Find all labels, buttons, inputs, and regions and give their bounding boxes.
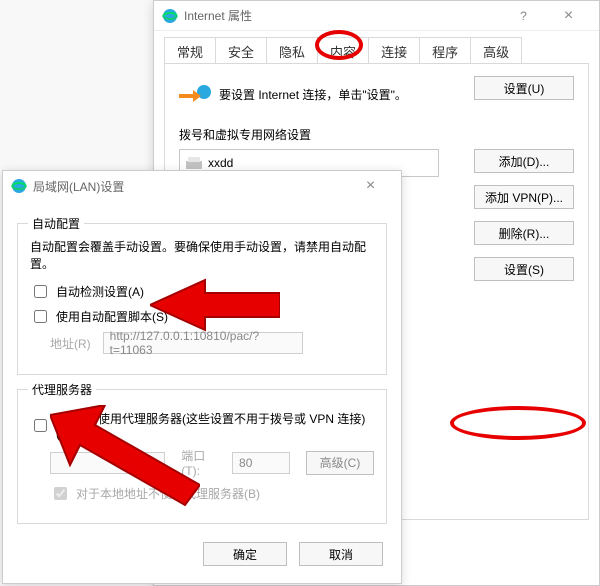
cancel-button[interactable]: 取消 <box>299 542 383 566</box>
settings-button[interactable]: 设置(S) <box>474 257 574 281</box>
info-text: 要设置 Internet 连接，单击"设置"。 <box>219 86 407 103</box>
tab-privacy[interactable]: 隐私 <box>266 37 318 63</box>
use-proxy-label: 为 LAN 使用代理服务器(这些设置不用于拨号或 VPN 连接)(X) <box>56 410 374 441</box>
connection-item-name: xxdd <box>208 156 233 170</box>
globe-icon <box>11 178 27 194</box>
close-button[interactable]: × <box>348 171 393 201</box>
use-script-label: 使用自动配置脚本(S) <box>56 308 168 325</box>
globe-icon <box>162 8 178 24</box>
tab-content[interactable]: 内容 <box>317 37 369 63</box>
remove-button[interactable]: 删除(R)... <box>474 221 574 245</box>
help-button[interactable]: ? <box>501 1 546 31</box>
lan-settings-window: 局域网(LAN)设置 × 自动配置 自动配置会覆盖手动设置。要确保使用手动设置，… <box>2 170 402 584</box>
bypass-local-checkbox <box>54 487 67 500</box>
lan-window-title: 局域网(LAN)设置 <box>33 178 348 195</box>
ok-button[interactable]: 确定 <box>203 542 287 566</box>
add-button[interactable]: 添加(D)... <box>474 149 574 173</box>
info-row: 要设置 Internet 连接，单击"设置"。 <box>179 82 407 106</box>
window-title: Internet 属性 <box>184 7 501 24</box>
proxy-group: 代理服务器 为 LAN 使用代理服务器(这些设置不用于拨号或 VPN 连接)(X… <box>17 389 387 524</box>
dial-section-label: 拨号和虚拟专用网络设置 <box>179 126 574 143</box>
proxy-advanced-button[interactable]: 高级(C) <box>306 451 374 475</box>
modem-icon <box>186 157 202 169</box>
setup-arrow-icon <box>179 82 211 106</box>
tab-security[interactable]: 安全 <box>215 37 267 63</box>
proxy-address-field[interactable] <box>50 452 165 474</box>
proxy-group-title: 代理服务器 <box>28 381 96 398</box>
port-label: 端口(T): <box>181 447 222 478</box>
add-vpn-button[interactable]: 添加 VPN(P)... <box>474 185 574 209</box>
tabstrip: 常规 安全 隐私 内容 连接 程序 高级 <box>164 37 589 63</box>
tab-connections[interactable]: 连接 <box>368 37 420 63</box>
setup-button[interactable]: 设置(U) <box>474 76 574 100</box>
port-field[interactable]: 80 <box>232 452 290 474</box>
bypass-local-label: 对于本地地址不使用代理服务器(B) <box>76 485 260 502</box>
close-button[interactable]: × <box>546 1 591 31</box>
tab-general[interactable]: 常规 <box>164 37 216 63</box>
auto-config-note: 自动配置会覆盖手动设置。要确保使用手动设置，请禁用自动配置。 <box>30 238 374 272</box>
address-label: 地址(R) <box>50 335 91 352</box>
tab-advanced[interactable]: 高级 <box>470 37 522 63</box>
auto-detect-label: 自动检测设置(A) <box>56 283 144 300</box>
titlebar-top[interactable]: Internet 属性 ? × <box>154 1 599 31</box>
canvas: { "top_window": { "title": "Internet 属性"… <box>0 0 600 586</box>
use-proxy-checkbox[interactable] <box>34 419 47 432</box>
titlebar-lan[interactable]: 局域网(LAN)设置 × <box>3 171 401 201</box>
auto-config-group: 自动配置 自动配置会覆盖手动设置。要确保使用手动设置，请禁用自动配置。 自动检测… <box>17 223 387 375</box>
auto-config-title: 自动配置 <box>28 215 84 232</box>
script-address-field[interactable]: http://127.0.0.1:10810/pac/?t=11063 <box>103 332 303 354</box>
use-script-checkbox[interactable] <box>34 310 47 323</box>
auto-detect-checkbox[interactable] <box>34 285 47 298</box>
tab-programs[interactable]: 程序 <box>419 37 471 63</box>
